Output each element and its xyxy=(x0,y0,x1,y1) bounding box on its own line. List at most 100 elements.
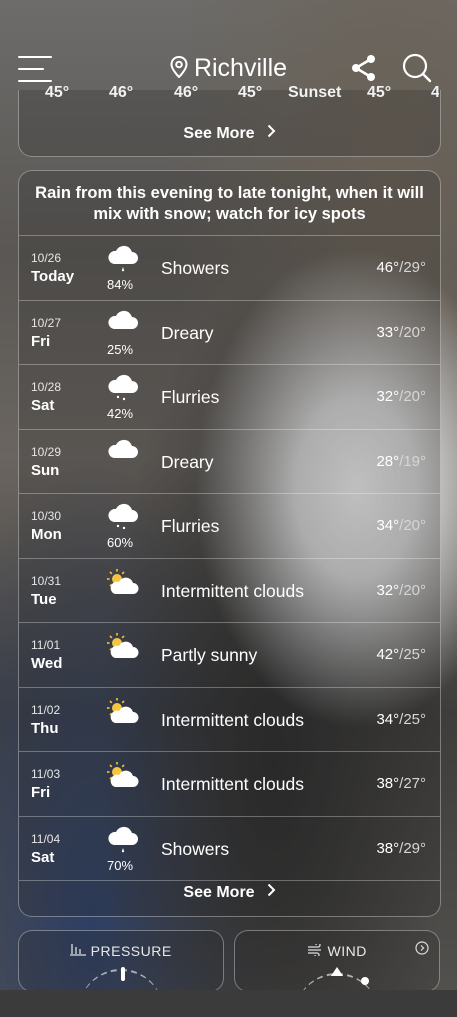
see-more-hourly-button[interactable]: See More xyxy=(19,124,440,143)
low-temp-value: 20° xyxy=(403,581,426,599)
pressure-tile[interactable]: PRESSURE xyxy=(18,930,224,992)
wind-tile[interactable]: WIND xyxy=(234,930,440,992)
pressure-icon xyxy=(70,943,90,959)
cloud-icon xyxy=(105,309,139,339)
row-date: 11/03 xyxy=(31,767,61,781)
daily-forecast-row[interactable]: 10/28 Sat 42% Flurries 32°/20° xyxy=(19,364,440,429)
hi-lo-temps: 34°/20° xyxy=(376,517,426,534)
daily-forecast-row[interactable]: 10/31 Tue Intermittent clouds 32°/20° xyxy=(19,557,440,623)
chevron-right-icon xyxy=(267,883,276,902)
low-temp: /20° xyxy=(399,388,426,405)
row-date: 10/28 xyxy=(31,380,62,394)
sun-cloud-icon xyxy=(105,631,139,661)
hourly-temps-strip: 45° 46° 46° 45° Sunset 45° 4 xyxy=(18,84,439,104)
search-icon[interactable] xyxy=(402,53,432,88)
wind-dot xyxy=(361,977,369,985)
row-day: Sat xyxy=(31,848,55,866)
sun-cloud-icon xyxy=(105,760,139,790)
chevron-right-icon xyxy=(267,124,276,143)
daily-forecast-row[interactable]: 10/30 Mon 60% Flurries 34°/20° xyxy=(19,493,440,558)
pressure-needle xyxy=(121,967,125,981)
high-temp: 28° xyxy=(376,452,400,470)
row-day: Thu xyxy=(31,719,59,737)
low-temp-value: 25° xyxy=(403,646,426,663)
wind-direction-arrow-icon xyxy=(331,967,343,976)
low-temp: /20° xyxy=(399,323,426,341)
hi-lo-temps: 38°/27° xyxy=(376,775,426,792)
row-date: 10/30 xyxy=(31,509,62,523)
row-date: 10/31 xyxy=(31,573,62,588)
row-date: 11/02 xyxy=(31,702,61,717)
sun-cloud-icon xyxy=(105,696,139,726)
hourly-temp: 45° xyxy=(367,84,392,101)
high-temp: 46° xyxy=(376,259,400,276)
cloud-icon xyxy=(105,438,139,468)
low-temp: /20° xyxy=(399,581,426,599)
low-temp: /29° xyxy=(399,259,426,276)
weather-phrase: Partly sunny xyxy=(161,645,258,665)
share-icon[interactable] xyxy=(350,54,378,87)
hi-lo-temps: 42°/25° xyxy=(376,646,426,663)
rain-cloud-icon xyxy=(105,244,139,274)
hourly-temp: 4 xyxy=(431,84,439,101)
daily-forecast-row[interactable]: 10/29 Sun Dreary 28°/19° xyxy=(19,428,440,494)
daily-forecast-card: Rain from this evening to late tonight, … xyxy=(18,170,441,917)
low-temp: /27° xyxy=(399,775,426,792)
row-date: 10/29 xyxy=(31,444,62,459)
row-day: Tue xyxy=(31,590,57,608)
low-temp-value: 25° xyxy=(403,710,426,728)
daily-forecast-row[interactable]: 11/03 Fri Intermittent clouds 38°/27° xyxy=(19,751,440,816)
hi-lo-temps: 38°/29° xyxy=(376,840,426,857)
precip-probability: 84% xyxy=(107,277,134,292)
daily-forecast-row[interactable]: 11/02 Thu Intermittent clouds 34°/25° xyxy=(19,686,440,752)
daily-forecast-row[interactable]: 10/26 Today 84% Showers 46°/29° xyxy=(19,235,440,300)
hourly-temp: 45° xyxy=(45,84,70,101)
precip-probability: 42% xyxy=(107,406,134,421)
hi-lo-temps: 33°/20° xyxy=(376,324,426,341)
row-date: 10/27 xyxy=(31,315,62,330)
low-temp-value: 19° xyxy=(403,452,426,470)
low-temp: /25° xyxy=(399,646,426,663)
precip-probability: 25% xyxy=(107,341,134,357)
weather-phrase: Showers xyxy=(161,258,230,278)
hi-lo-temps: 46°/29° xyxy=(376,259,426,276)
high-temp: 32° xyxy=(376,581,400,599)
weather-phrase: Intermittent clouds xyxy=(161,709,304,730)
hourly-sunset: Sunset xyxy=(288,84,342,101)
daily-forecast-list: 10/26 Today 84% Showers 46°/29° 10/27 Fri 25% Dr… xyxy=(19,235,440,881)
row-day: Fri xyxy=(31,784,51,801)
forecast-summary: Rain from this evening to late tonight, … xyxy=(35,184,424,223)
weather-phrase: Showers xyxy=(161,838,230,859)
row-day: Wed xyxy=(31,655,63,672)
location-name: Richville xyxy=(193,54,288,82)
see-more-daily-button[interactable]: See More xyxy=(19,883,440,902)
location-title[interactable]: Richville xyxy=(0,54,457,85)
system-navigation-bar xyxy=(0,990,457,1017)
daily-forecast-row[interactable]: 10/27 Fri 25% Dreary 33°/20° xyxy=(19,299,440,365)
hi-lo-temps: 28°/19° xyxy=(376,453,426,470)
snow-cloud-icon xyxy=(105,373,139,403)
high-temp: 38° xyxy=(376,775,400,792)
rain-cloud-icon xyxy=(105,825,139,855)
snow-cloud-icon xyxy=(105,502,139,532)
low-temp: /19° xyxy=(399,452,426,470)
hourly-temp: 45° xyxy=(238,84,263,101)
row-date: 10/26 xyxy=(31,251,62,265)
location-pin-icon xyxy=(170,55,188,85)
high-temp: 32° xyxy=(376,388,400,405)
hourly-temp: 46° xyxy=(109,84,134,101)
weather-phrase: Flurries xyxy=(161,387,220,407)
row-day: Fri xyxy=(31,332,51,350)
low-temp: /20° xyxy=(399,517,426,534)
daily-forecast-row[interactable]: 11/01 Wed Partly sunny 42°/25° xyxy=(19,622,440,687)
weather-phrase: Intermittent clouds xyxy=(161,774,304,794)
weather-phrase: Flurries xyxy=(161,516,220,536)
info-circle-icon[interactable] xyxy=(415,941,429,960)
low-temp-value: 29° xyxy=(403,839,426,857)
daily-forecast-row[interactable]: 11/04 Sat 70% Showers 38°/29° xyxy=(19,815,440,881)
row-day: Today xyxy=(31,268,75,285)
weather-phrase: Intermittent clouds xyxy=(161,580,304,601)
row-day: Sun xyxy=(31,461,60,479)
weather-phrase: Dreary xyxy=(161,322,214,343)
row-date: 11/01 xyxy=(31,638,61,652)
